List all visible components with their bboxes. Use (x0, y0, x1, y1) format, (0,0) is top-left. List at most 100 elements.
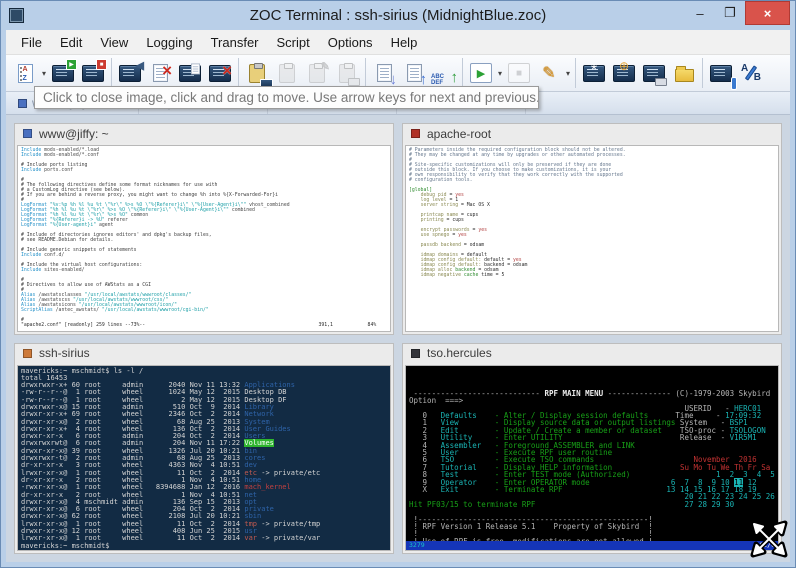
session-pane-tso-hercules[interactable]: tso.hercules 3279 02/0 -----------------… (402, 343, 782, 555)
terminal-text-segment: # They may be changed at any time by upg… (409, 153, 626, 158)
terminal-text-segment: server string (421, 203, 459, 208)
clipboard-edit-button[interactable]: ✎ (303, 58, 331, 88)
clear-screen-button[interactable]: × (146, 58, 174, 88)
terminal-icon (710, 65, 732, 82)
run-script-dropdown[interactable]: ▾ (496, 69, 504, 78)
clipboard-print-button[interactable] (333, 58, 361, 88)
terminal-text-segment: cache (464, 273, 478, 278)
pane-title: tso.hercules (427, 346, 492, 360)
session-icon (411, 129, 420, 138)
run-script-button[interactable]: ▶ (467, 58, 495, 88)
menu-file[interactable]: File (12, 32, 51, 53)
terminal-text-segment: = odsam (461, 243, 484, 248)
terminal-text-segment (535, 500, 684, 509)
terminal-text-segment: Hit PF03/15 to terminate RPF (409, 500, 535, 509)
terminal-text-segment: = (449, 233, 458, 238)
copy-button[interactable] (273, 58, 301, 88)
session-status-icon (18, 99, 27, 108)
print-screen-button[interactable] (640, 58, 668, 88)
terminal-text-segment: var (244, 534, 257, 542)
paste-button[interactable] (243, 58, 271, 88)
pane-header[interactable]: apache-root (403, 124, 781, 143)
session-icon (411, 349, 420, 358)
menu-edit[interactable]: Edit (51, 32, 91, 53)
printer-icon (655, 78, 667, 86)
terminal-text-segment: "apache2.conf" [readonly] 259 lines --73… (21, 323, 376, 328)
overview-tooltip: Click to close image, click and drag to … (34, 86, 539, 109)
capture-text-button[interactable] (176, 58, 204, 88)
fullscreen-button[interactable]: * (580, 58, 608, 88)
terminal-icon (119, 65, 141, 82)
host-settings-button[interactable]: ⊕ (610, 58, 638, 88)
pane-title: apache-root (427, 127, 491, 141)
terminal-text-segment: Include (21, 268, 41, 273)
toolbar-separator (238, 58, 239, 88)
terminal-text-segment (409, 273, 421, 278)
session-pane-www-jiffy[interactable]: www@jiffy: ~ Include mods-enabled/*.load… (14, 123, 394, 335)
terminal-text-segment: ScriptAlias (21, 308, 53, 313)
toolbar-separator (702, 58, 703, 88)
terminal-text-segment: # Directives to allow use of AWStats as … (21, 283, 151, 288)
toolbar-separator (575, 58, 576, 88)
terminal-line: Hit PF03/15 to terminate RPF 27 28 29 30 (409, 501, 775, 508)
terminal-text-segment: printing (421, 218, 444, 223)
terminal-text-segment: combined (229, 208, 255, 213)
close-button[interactable]: × (745, 1, 790, 25)
connect-button[interactable]: ▶ (49, 58, 77, 88)
menu-view[interactable]: View (91, 32, 137, 53)
edit-script-button[interactable]: ✎ (535, 58, 563, 88)
abc-def-icon: ABCDEF (431, 74, 444, 86)
minimize-button[interactable]: – (685, 1, 715, 25)
pane-header[interactable]: ssh-sirius (15, 344, 393, 363)
terminal-text-segment: -------------- (C)-1979-2003 Skybird (603, 389, 770, 398)
menu-script[interactable]: Script (268, 32, 319, 53)
folder-button[interactable] (670, 58, 698, 88)
clipboard-icon (279, 64, 295, 83)
scrollback-button[interactable]: ◀ (116, 58, 144, 88)
terminal-screen[interactable]: Include mods-enabled/*.loadInclude mods-… (17, 145, 391, 332)
menu-bar: File Edit View Logging Transfer Script O… (6, 30, 790, 55)
terminal-text-segment: Include (21, 153, 41, 158)
zoc-terminal-window: ZOC Terminal : ssh-sirius (MidnightBlue.… (0, 0, 796, 568)
green-up-arrow-icon: ↑ (451, 69, 459, 86)
edit-script-dropdown[interactable]: ▾ (564, 69, 572, 78)
title-bar[interactable]: ZOC Terminal : ssh-sirius (MidnightBlue.… (6, 1, 790, 30)
session-icon (23, 349, 32, 358)
terminal-text-segment: common (128, 213, 148, 218)
clear-buffer-button[interactable]: × (206, 58, 234, 88)
terminal-text-segment: LogFormat (21, 223, 47, 228)
terminal-text-segment: Include (21, 168, 41, 173)
session-list-button[interactable]: AZ (11, 58, 39, 88)
terminal-text-segment: -> private/var (257, 534, 320, 542)
pane-header[interactable]: tso.hercules (403, 344, 781, 363)
terminal-screen[interactable]: mavericks:~ mschmidt$ ls -l /total 16453… (17, 365, 391, 552)
printer-icon (348, 78, 360, 86)
terminal-screen[interactable]: 3279 02/0 ---------------------------- R… (405, 365, 779, 552)
session-pane-apache-root[interactable]: apache-root # Parameters inside the requ… (402, 123, 782, 335)
disconnect-button[interactable]: ■ (79, 58, 107, 88)
stop-script-button[interactable]: ■ (505, 58, 533, 88)
terminal-text-segment: 27 28 29 30 (684, 500, 734, 509)
maximize-button[interactable]: ❐ (715, 1, 745, 25)
folder-icon (675, 69, 694, 82)
terminal-text-segment: -> private/etc (257, 469, 320, 477)
terminal-screen[interactable]: # Parameters inside the required configu… (405, 145, 779, 332)
send-file-button[interactable]: ↑ (400, 58, 428, 88)
terminal-text-segment: RPF MAIN MENU (544, 389, 603, 398)
menu-transfer[interactable]: Transfer (202, 32, 268, 53)
send-text-button[interactable]: ABCDEF ↑ (430, 58, 458, 88)
menu-options[interactable]: Options (319, 32, 382, 53)
connection-profile-button[interactable] (707, 58, 735, 88)
receive-file-button[interactable]: ↓ (370, 58, 398, 88)
stop-badge-icon: ■ (96, 59, 107, 70)
menu-logging[interactable]: Logging (137, 32, 201, 53)
terminal-text-segment: -> private/tmp (257, 520, 320, 528)
menu-help[interactable]: Help (382, 32, 427, 53)
session-list-dropdown[interactable]: ▾ (40, 69, 48, 78)
charset-button[interactable]: A B (737, 58, 765, 88)
terminal-text-segment: /antec_awstats/ (53, 308, 102, 313)
terminal-text-segment: ports.conf (41, 168, 73, 173)
pane-header[interactable]: www@jiffy: ~ (15, 124, 393, 143)
terminal-text-segment: mavericks:~ mschmidt$ (21, 542, 114, 550)
session-pane-ssh-sirius[interactable]: ssh-sirius mavericks:~ mschmidt$ ls -l /… (14, 343, 394, 555)
